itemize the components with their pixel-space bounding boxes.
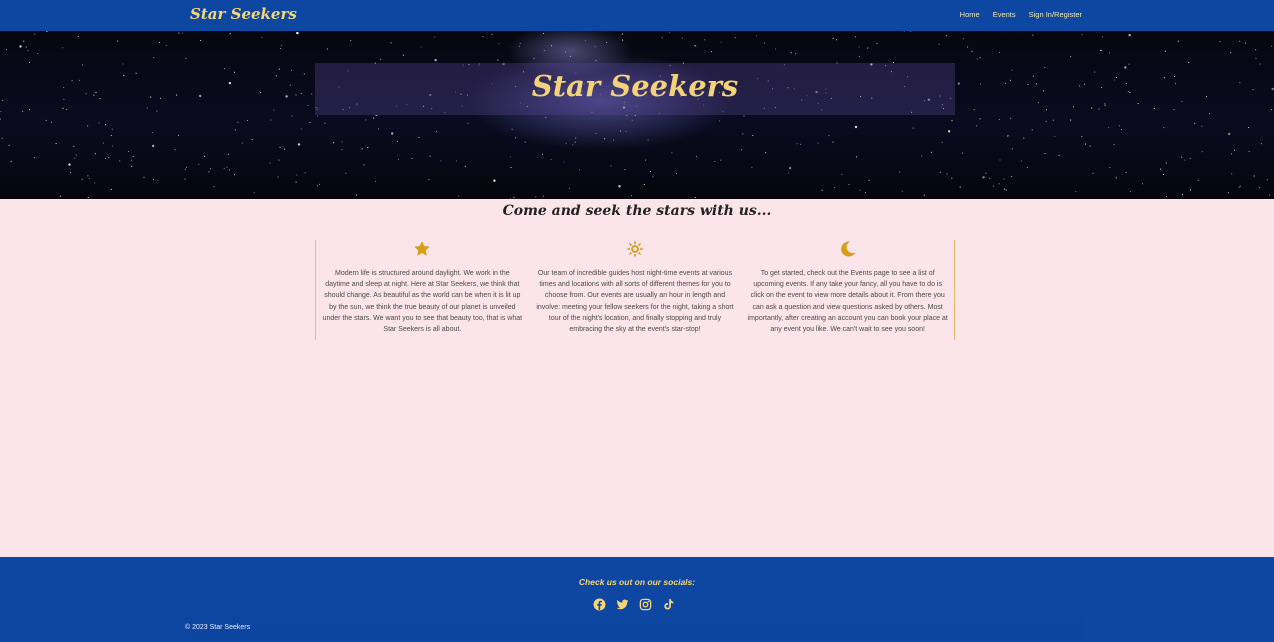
sun-icon [626, 240, 644, 258]
moon-icon [840, 241, 856, 257]
navbar: Star Seekers Home Events Sign In/Registe… [0, 0, 1274, 31]
instagram-icon[interactable] [639, 598, 652, 611]
footer: Check us out on our socials: © 2023 Star… [0, 557, 1274, 642]
features-section: Modern life is structured around dayligh… [315, 240, 955, 340]
hero-banner: Star Seekers [0, 31, 1274, 199]
copyright-text: © 2023 Star Seekers [185, 624, 251, 631]
hero-title: Star Seekers [531, 69, 739, 103]
nav-links: Home Events Sign In/Register [960, 10, 1082, 19]
nav-link-home[interactable]: Home [960, 10, 980, 19]
feature-card-get-started: To get started, check out the Events pag… [741, 240, 954, 340]
social-links [593, 598, 675, 611]
nav-link-events[interactable]: Events [993, 10, 1016, 19]
starfield-background [0, 31, 1274, 199]
feature-card-events: Our team of incredible guides host night… [529, 240, 742, 340]
facebook-icon[interactable] [593, 598, 606, 611]
feature-card-about: Modern life is structured around dayligh… [316, 240, 529, 340]
feature-text: Our team of incredible guides host night… [536, 270, 734, 334]
feature-text: Modern life is structured around dayligh… [322, 270, 523, 334]
tiktok-icon[interactable] [662, 598, 675, 611]
footer-bottom-bar [185, 617, 1084, 641]
star-icon [414, 241, 431, 256]
twitter-icon[interactable] [616, 598, 629, 611]
brand-logo[interactable]: Star Seekers [190, 5, 297, 23]
nav-link-sign-in-register[interactable]: Sign In/Register [1029, 10, 1082, 19]
socials-heading: Check us out on our socials: [578, 577, 696, 587]
feature-text: To get started, check out the Events pag… [747, 270, 948, 334]
tagline: Come and seek the stars with us... [502, 203, 772, 219]
